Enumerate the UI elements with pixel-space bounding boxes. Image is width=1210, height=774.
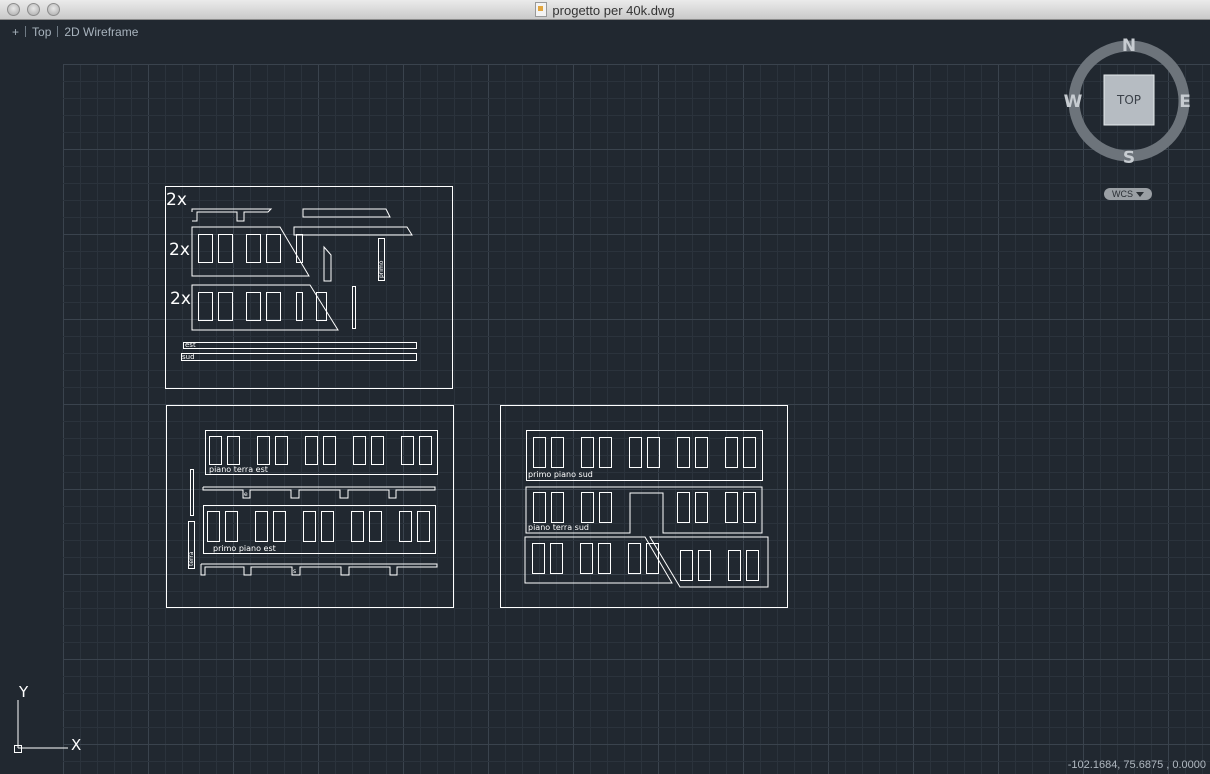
viewcube[interactable]: TOP N S E W: [1064, 36, 1191, 168]
window-opening: [599, 492, 612, 523]
ucs-icon: [14, 700, 68, 753]
window-opening: [399, 511, 412, 542]
compass-w[interactable]: W: [1064, 92, 1083, 112]
window-opening: [532, 543, 545, 574]
window-opening: [246, 292, 261, 321]
drawing-grid: [63, 64, 1210, 774]
wcs-label: WCS: [1112, 189, 1133, 199]
window-opening: [207, 511, 220, 542]
window-title: progetto per 40k.dwg: [0, 2, 1210, 18]
window-opening: [628, 543, 641, 574]
s1-label-top: 2x: [166, 190, 187, 210]
viewport-visual-style-menu[interactable]: 2D Wireframe: [64, 25, 138, 39]
window-opening: [728, 550, 741, 581]
window-title-text: progetto per 40k.dwg: [552, 3, 675, 18]
window-opening: [198, 234, 213, 263]
window-opening: [551, 437, 564, 468]
window-opening: [629, 437, 642, 468]
coordinate-readout: -102.1684, 75.6875 , 0.0000: [1067, 759, 1206, 771]
s3-panel-mid-label: piano terra sud: [528, 523, 589, 532]
viewcube-top-label: TOP: [1116, 93, 1141, 107]
window-opening: [698, 550, 711, 581]
dwg-file-icon: [535, 2, 548, 17]
ucs-y-label: Y: [18, 683, 29, 701]
window-opening: [743, 492, 756, 523]
window-opening: [417, 511, 430, 542]
window-opening: [677, 492, 690, 523]
window-opening: [209, 436, 222, 465]
window-opening: [275, 436, 288, 465]
window-opening: [198, 292, 213, 321]
drawing-canvas[interactable]: 2x 2x 2x est sud primo piano terra est p…: [0, 20, 1210, 774]
window-opening: [351, 511, 364, 542]
s2-piece-e[interactable]: [190, 469, 194, 516]
s1-strip-est[interactable]: [183, 342, 417, 349]
vc-separator: [25, 26, 27, 37]
s1-piece-1[interactable]: [323, 245, 332, 282]
window-opening: [419, 436, 432, 465]
s1-primo-label: primo: [378, 260, 385, 278]
compass-s[interactable]: S: [1123, 148, 1135, 168]
s3-windows: [532, 437, 759, 581]
window-opening: [677, 437, 690, 468]
s1-strip-sud-label: sud: [182, 353, 195, 361]
window-opening: [647, 437, 660, 468]
window-opening: [273, 511, 286, 542]
s1-piece-2[interactable]: [352, 286, 356, 329]
s1-label-mid: 2x: [169, 240, 190, 260]
s2-tag-s: s: [293, 568, 296, 575]
chevron-down-icon: [1136, 192, 1144, 197]
s2-panel-top-label: piano terra est: [209, 465, 268, 474]
window-opening: [255, 511, 268, 542]
s2-panel-bot-label: primo piano est: [213, 544, 276, 553]
wcs-dropdown[interactable]: WCS: [1104, 188, 1152, 200]
s2-tag-e: e: [244, 491, 248, 498]
s1-label-bot: 2x: [170, 289, 191, 309]
window-opening: [725, 437, 738, 468]
viewport-menu-plus[interactable]: +: [12, 25, 19, 39]
s3-panel-top-label: primo piano sud: [528, 470, 593, 479]
s2-tag-terra: terra: [188, 551, 195, 566]
window-opening: [218, 234, 233, 263]
window-opening: [599, 437, 612, 468]
window-opening: [581, 492, 594, 523]
window-opening: [551, 492, 564, 523]
window-opening: [218, 292, 233, 321]
title-bar: progetto per 40k.dwg: [0, 0, 1210, 20]
window-opening: [695, 437, 708, 468]
window-opening: [695, 492, 708, 523]
window-opening: [225, 511, 238, 542]
window-opening: [371, 436, 384, 465]
s1-strip-b[interactable]: [302, 208, 391, 218]
window-opening: [746, 550, 759, 581]
window-opening: [725, 492, 738, 523]
window-opening: [305, 436, 318, 465]
viewport-controls: + Top 2D Wireframe: [12, 25, 144, 39]
vc-separator: [57, 26, 59, 37]
window-opening: [743, 437, 756, 468]
window-opening: [321, 511, 334, 542]
s1-strip-est-label: est: [185, 341, 196, 349]
window-opening: [680, 550, 693, 581]
ucs-x-label: X: [71, 736, 81, 754]
window-opening: [581, 437, 594, 468]
s1-windows: [198, 234, 327, 321]
window-opening: [598, 543, 611, 574]
sheet-1[interactable]: [165, 186, 453, 389]
window-opening: [323, 436, 336, 465]
window-opening: [266, 292, 281, 321]
window-opening: [303, 511, 316, 542]
window-opening: [266, 234, 281, 263]
s1-strip-a[interactable]: [191, 208, 273, 222]
compass-e[interactable]: E: [1179, 92, 1191, 112]
window-opening: [369, 511, 382, 542]
viewport-view-menu[interactable]: Top: [32, 25, 51, 39]
window-opening: [353, 436, 366, 465]
window-opening: [246, 234, 261, 263]
compass-n[interactable]: N: [1122, 36, 1136, 56]
